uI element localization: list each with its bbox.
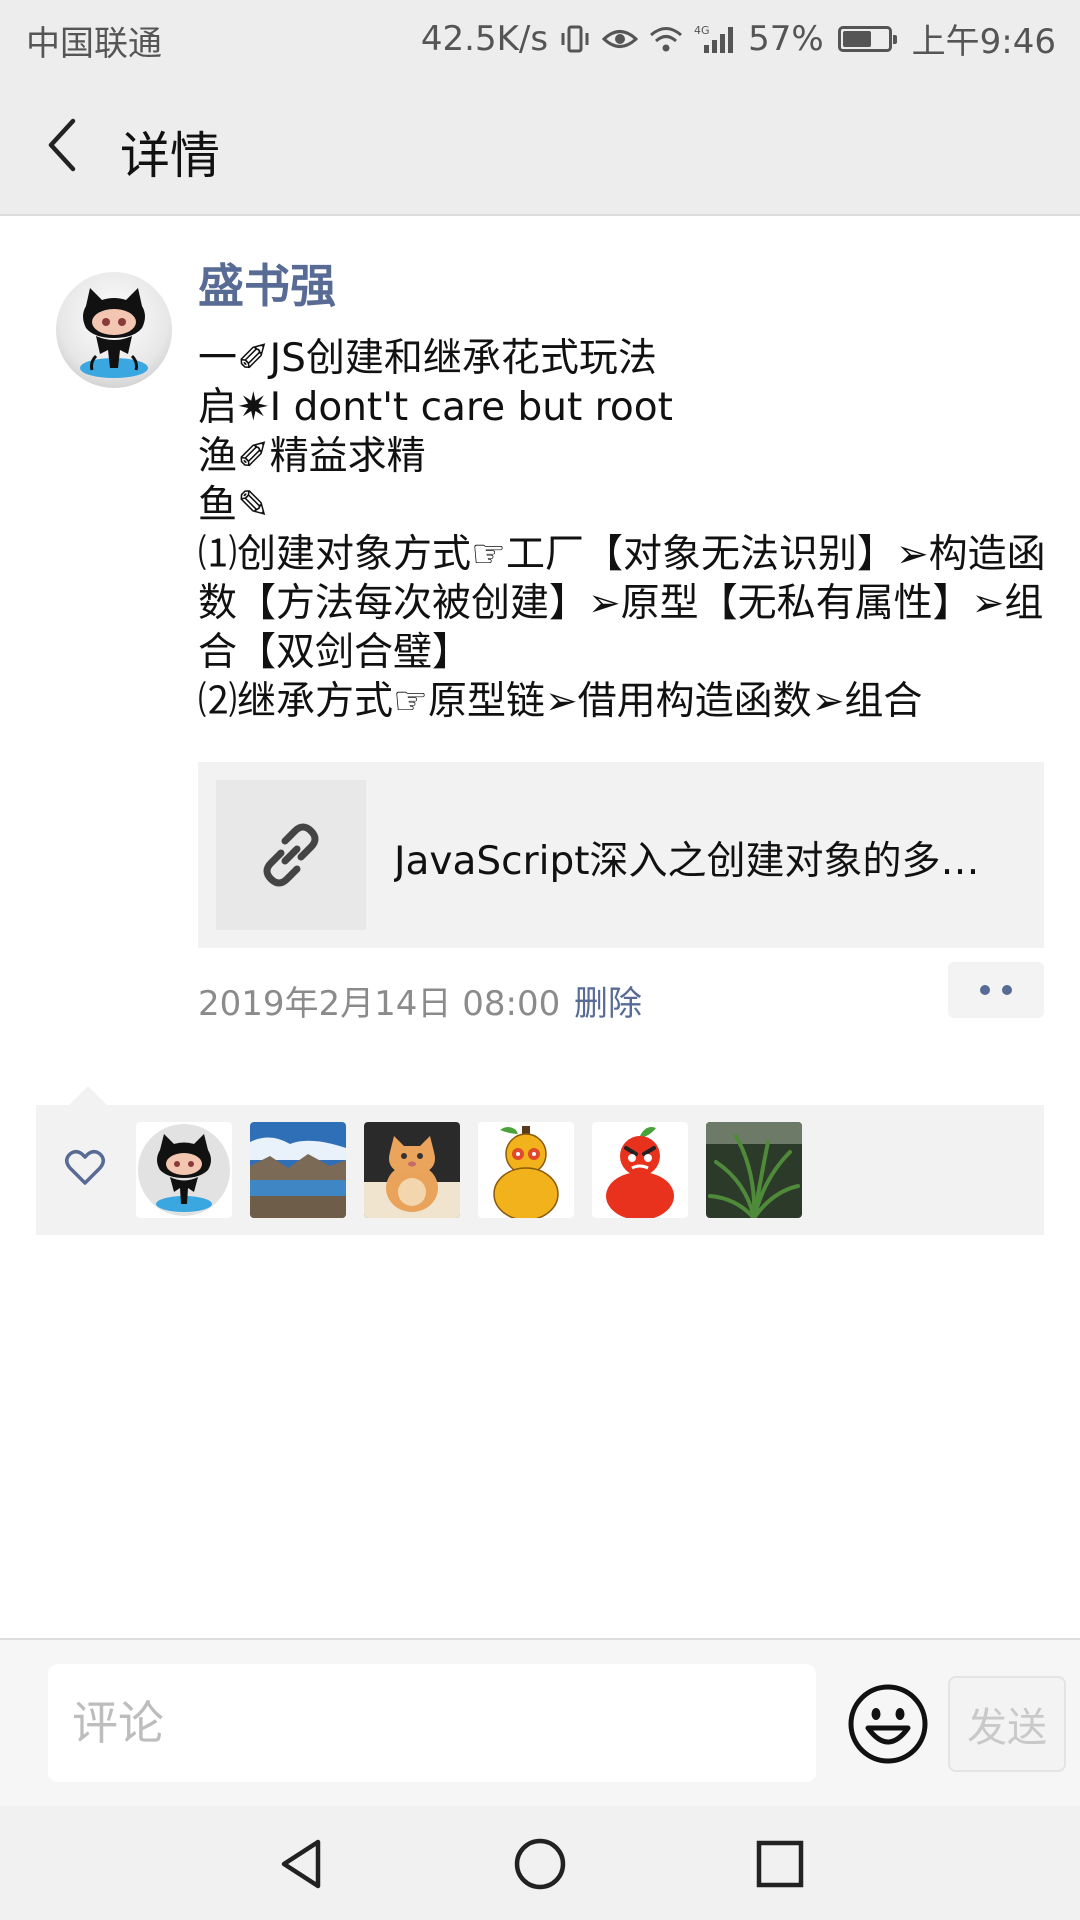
more-dots-icon [1002, 985, 1012, 995]
liker-avatar-landscape[interactable] [250, 1122, 346, 1218]
shared-link-card[interactable]: JavaScript深入之创建对象的多种方式以及优缺点 [198, 762, 1044, 948]
emoji-icon [848, 1684, 928, 1764]
post-line: 启✷I dont't care but root [198, 385, 673, 430]
author-name[interactable]: 盛书强 [198, 250, 336, 316]
wifi-icon [648, 24, 684, 54]
nav-home-icon[interactable] [510, 1834, 570, 1894]
post-line: ⑴创建对象方式☞工厂【对象无法识别】➢构造函数【方法每次被创建】➢原型【无私有属… [198, 532, 1046, 675]
likes-panel [36, 1105, 1044, 1235]
post-line: ⑵继承方式☞原型链➢借用构造函数➢组合 [198, 679, 923, 724]
signal-icon: 4G [694, 23, 738, 55]
title-bar: 详情 [0, 76, 1080, 216]
status-right: 42.5K/s 4G 57% 上午9:46 [421, 14, 1056, 63]
delete-button[interactable]: 删除 [574, 976, 642, 1025]
liker-avatar-gourd-red[interactable] [592, 1122, 688, 1218]
plant-avatar-icon [706, 1122, 802, 1218]
heart-icon [65, 1150, 105, 1185]
post-content: 一✐JS创建和继承花式玩法 启✷I dont't care but root 渔… [198, 334, 1048, 726]
liker-avatar-cat[interactable] [364, 1122, 460, 1218]
battery-percent: 57% [748, 18, 824, 59]
back-button[interactable] [26, 110, 96, 180]
status-bar: 中国联通 42.5K/s 4G 57% 上午9:46 [0, 0, 1080, 76]
landscape-avatar-icon [250, 1122, 346, 1218]
carrier-name: 中国联通 [26, 24, 162, 64]
nav-recents-icon[interactable] [750, 1834, 810, 1894]
back-chevron-icon [48, 118, 76, 172]
more-dots-icon [980, 985, 990, 995]
author-avatar[interactable] [56, 272, 172, 388]
page-title: 详情 [120, 127, 220, 185]
comment-input[interactable] [48, 1664, 816, 1782]
clock: 上午9:46 [911, 22, 1056, 62]
link-thumbnail [216, 780, 366, 930]
gourd-yellow-avatar-icon [478, 1122, 574, 1218]
more-button[interactable] [948, 962, 1044, 1018]
svg-text:4G: 4G [694, 24, 710, 37]
liker-avatar-octocat[interactable] [136, 1122, 232, 1218]
comment-bar: 发送 [0, 1638, 1080, 1806]
liker-avatar-gourd-yellow[interactable] [478, 1122, 574, 1218]
battery-icon [837, 25, 897, 52]
likes-arrow [68, 1086, 108, 1106]
emoji-button[interactable] [846, 1682, 930, 1766]
network-speed: 42.5K/s [420, 18, 549, 59]
vibrate-icon [558, 22, 592, 56]
liker-avatar-plant[interactable] [706, 1122, 802, 1218]
send-button[interactable]: 发送 [948, 1676, 1066, 1772]
post-line: 鱼✎ [198, 483, 270, 528]
link-icon [263, 823, 319, 887]
cat-avatar-icon [364, 1122, 460, 1218]
gourd-red-avatar-icon [592, 1122, 688, 1218]
post-line: 渔✐精益求精 [198, 434, 426, 479]
post-line: 一✐JS创建和继承花式玩法 [198, 336, 657, 381]
nav-back-icon[interactable] [272, 1834, 332, 1894]
octocat-avatar-icon [136, 1122, 232, 1218]
link-title: JavaScript深入之创建对象的多种方式以及优缺点 [394, 839, 1014, 884]
octocat-icon [80, 288, 148, 378]
eye-icon [602, 24, 639, 54]
post-timestamp: 2019年2月14日 08:00 [198, 984, 561, 1024]
system-nav-bar [0, 1806, 1080, 1920]
